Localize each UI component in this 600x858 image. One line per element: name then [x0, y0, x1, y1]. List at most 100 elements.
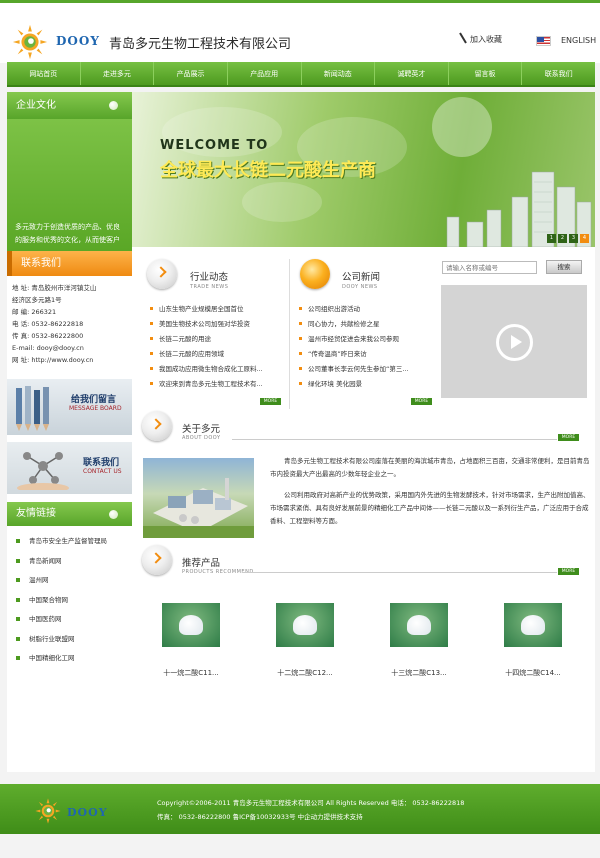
- english-link[interactable]: ENGLISH: [561, 36, 596, 45]
- about-icon: [142, 411, 172, 441]
- products-more-button[interactable]: MORE: [558, 568, 579, 575]
- friend-links-list: 青岛市安全生产监督管理局 青岛新闻网 温州网 中国聚合物网 中国医药网 树脂行业…: [7, 526, 132, 673]
- contact-banner-subtitle: CONTACT US: [83, 468, 122, 475]
- product-image[interactable]: [390, 603, 448, 647]
- message-board-banner[interactable]: 给我们留言 MESSAGE BOARD: [7, 379, 132, 435]
- products-divider: [242, 572, 557, 573]
- contact-header: 联系我们: [7, 251, 132, 276]
- link-item[interactable]: 中国精细化工网: [16, 653, 132, 673]
- news-item[interactable]: 长链二元酸的用途: [150, 334, 285, 349]
- news-item[interactable]: 山东生物产业规模居全国首位: [150, 304, 285, 319]
- footer: DOOY Copyright©2006-2011 青岛多元生物工程技术有限公司 …: [0, 784, 600, 834]
- search-input[interactable]: [442, 261, 537, 274]
- logo-brand-text[interactable]: DOOY: [56, 34, 100, 48]
- pager-dot-active[interactable]: 4: [580, 234, 589, 243]
- trade-news-subtitle: TRADE NEWS: [190, 284, 229, 290]
- company-news-list: 公司组织出游活动 同心协力，共献检修之星 温州市经贸促进会来我公司参观 “传奇温…: [299, 304, 434, 394]
- product-card[interactable]: 十三烷二酸C13...: [369, 603, 469, 678]
- trade-news-title: 行业动态: [190, 272, 229, 283]
- nav-item-applications[interactable]: 产品应用: [228, 62, 302, 85]
- footer-text: Copyright©2006-2011 青岛多元生物工程技术有限公司 All R…: [157, 796, 464, 824]
- pencils-icon: [16, 386, 49, 431]
- video-player[interactable]: [441, 285, 587, 398]
- hero-slogan: 全球最大长链二元酸生产商: [160, 160, 376, 181]
- trade-news-list: 山东生物产业规模居全国首位 美国生物技术公司加强对华投资 长链二元酸的用途 长链…: [150, 304, 285, 394]
- contact-website: 网 址: http://www.dooy.cn: [12, 356, 94, 364]
- bullet-dot-icon: [109, 510, 118, 519]
- hero-pager: 1 2 3 4: [547, 234, 589, 243]
- company-news-subtitle: DOOY NEWS: [342, 284, 378, 290]
- products-icon: [142, 545, 172, 575]
- sun-logo-icon: [35, 798, 61, 824]
- company-news-more-button[interactable]: MORE: [411, 398, 432, 405]
- news-item[interactable]: 我国成功应用微生物合成化工原料...: [150, 364, 285, 379]
- culture-header: 企业文化: [7, 92, 132, 119]
- contact-address-2: 经济区多元路1号: [12, 296, 62, 304]
- pager-dot[interactable]: 1: [547, 234, 556, 243]
- about-paragraph: 公司利用政府对高新产业的优势政策，采用国内外先进的生物发酵技术，针对市场需求，生…: [270, 491, 590, 525]
- sun-logo-icon[interactable]: [11, 23, 49, 61]
- company-news-icon: [300, 259, 330, 289]
- main-content: 行业动态 TRADE NEWS 山东生物产业规模居全国首位 美国生物技术公司加强…: [132, 247, 595, 772]
- nav-item-careers[interactable]: 诚聘英才: [375, 62, 449, 85]
- hero-banner[interactable]: WELCOME TO 全球最大长链二元酸生产商 1 2 3 4: [132, 92, 595, 247]
- pager-dot[interactable]: 3: [569, 234, 578, 243]
- about-text: 青岛多元生物工程技术有限公司座落在美丽的海滨城市青岛，占地面积三百亩，交通非常便…: [270, 455, 592, 536]
- news-item[interactable]: 同心协力，共献检修之星: [299, 319, 434, 334]
- product-image[interactable]: [504, 603, 562, 647]
- products-title: 推荐产品: [182, 558, 221, 569]
- product-card[interactable]: 十二烷二酸C12...: [255, 603, 355, 678]
- product-name[interactable]: 十一烷二酸C11...: [141, 668, 241, 678]
- news-item[interactable]: “传奇温商”昨日来访: [299, 349, 434, 364]
- us-flag-icon[interactable]: [536, 36, 551, 46]
- search-button[interactable]: 搜索: [546, 260, 582, 274]
- product-image[interactable]: [162, 603, 220, 647]
- news-item[interactable]: 绿化环境 美化园景: [299, 379, 434, 394]
- link-item[interactable]: 青岛市安全生产监督管理局: [16, 536, 132, 556]
- link-item[interactable]: 树脂行业联盟网: [16, 634, 132, 654]
- nav-item-products[interactable]: 产品展示: [154, 62, 228, 85]
- news-item[interactable]: 美国生物技术公司加强对华投资: [150, 319, 285, 334]
- bottom-strip: [0, 834, 600, 858]
- news-item[interactable]: 公司董事长李云何先生参加“第三...: [299, 364, 434, 379]
- message-banner-title: 给我们留言: [71, 395, 117, 405]
- contact-phone: 电 话: 0532-86222818: [12, 320, 84, 328]
- about-title: 关于多元: [182, 424, 221, 435]
- footer-brand-text: DOOY: [67, 806, 108, 819]
- add-favorite-link[interactable]: 加入收藏: [470, 34, 502, 45]
- about-subtitle: ABOUT DOOY: [182, 435, 221, 441]
- product-card[interactable]: 十四烷二酸C14...: [483, 603, 583, 678]
- product-name[interactable]: 十四烷二酸C14...: [483, 668, 583, 678]
- main-nav: 网站首页 走进多元 产品展示 产品应用 新闻动态 诚聘英才 留言板 联系我们: [7, 62, 595, 87]
- link-item[interactable]: 中国医药网: [16, 614, 132, 634]
- play-icon[interactable]: [496, 324, 533, 361]
- nav-item-contact[interactable]: 联系我们: [522, 62, 595, 85]
- column-divider: [289, 259, 290, 409]
- news-item[interactable]: 温州市经贸促进会来我公司参观: [299, 334, 434, 349]
- nav-item-news[interactable]: 新闻动态: [302, 62, 376, 85]
- nav-item-about[interactable]: 走进多元: [81, 62, 155, 85]
- contact-us-banner[interactable]: 联系我们 CONTACT US: [7, 442, 132, 494]
- product-name[interactable]: 十二烷二酸C12...: [255, 668, 355, 678]
- product-image[interactable]: [276, 603, 334, 647]
- about-more-button[interactable]: MORE: [558, 434, 579, 441]
- links-title: 友情链接: [16, 508, 56, 519]
- factory-image: [143, 458, 254, 538]
- links-header: 友情链接: [7, 502, 132, 526]
- news-item[interactable]: 欢迎来到青岛多元生物工程技术有...: [150, 379, 285, 394]
- pen-icon: [459, 32, 467, 44]
- nav-item-guestbook[interactable]: 留言板: [449, 62, 523, 85]
- news-item[interactable]: 公司组织出游活动: [299, 304, 434, 319]
- product-name[interactable]: 十三烷二酸C13...: [369, 668, 469, 678]
- trade-news-more-button[interactable]: MORE: [260, 398, 281, 405]
- about-divider: [232, 439, 557, 440]
- link-item[interactable]: 中国聚合物网: [16, 595, 132, 615]
- hero-welcome: WELCOME TO: [160, 138, 269, 153]
- nav-item-home[interactable]: 网站首页: [7, 62, 81, 85]
- pager-dot[interactable]: 2: [558, 234, 567, 243]
- sidebar: 企业文化 多元致力于创造优质的产品、优良的服务和优秀的文化，从而使客户和员工能共…: [7, 92, 132, 772]
- news-item[interactable]: 长链二元酸的应用领域: [150, 349, 285, 364]
- link-item[interactable]: 温州网: [16, 575, 132, 595]
- link-item[interactable]: 青岛新闻网: [16, 556, 132, 576]
- product-card[interactable]: 十一烷二酸C11...: [141, 603, 241, 678]
